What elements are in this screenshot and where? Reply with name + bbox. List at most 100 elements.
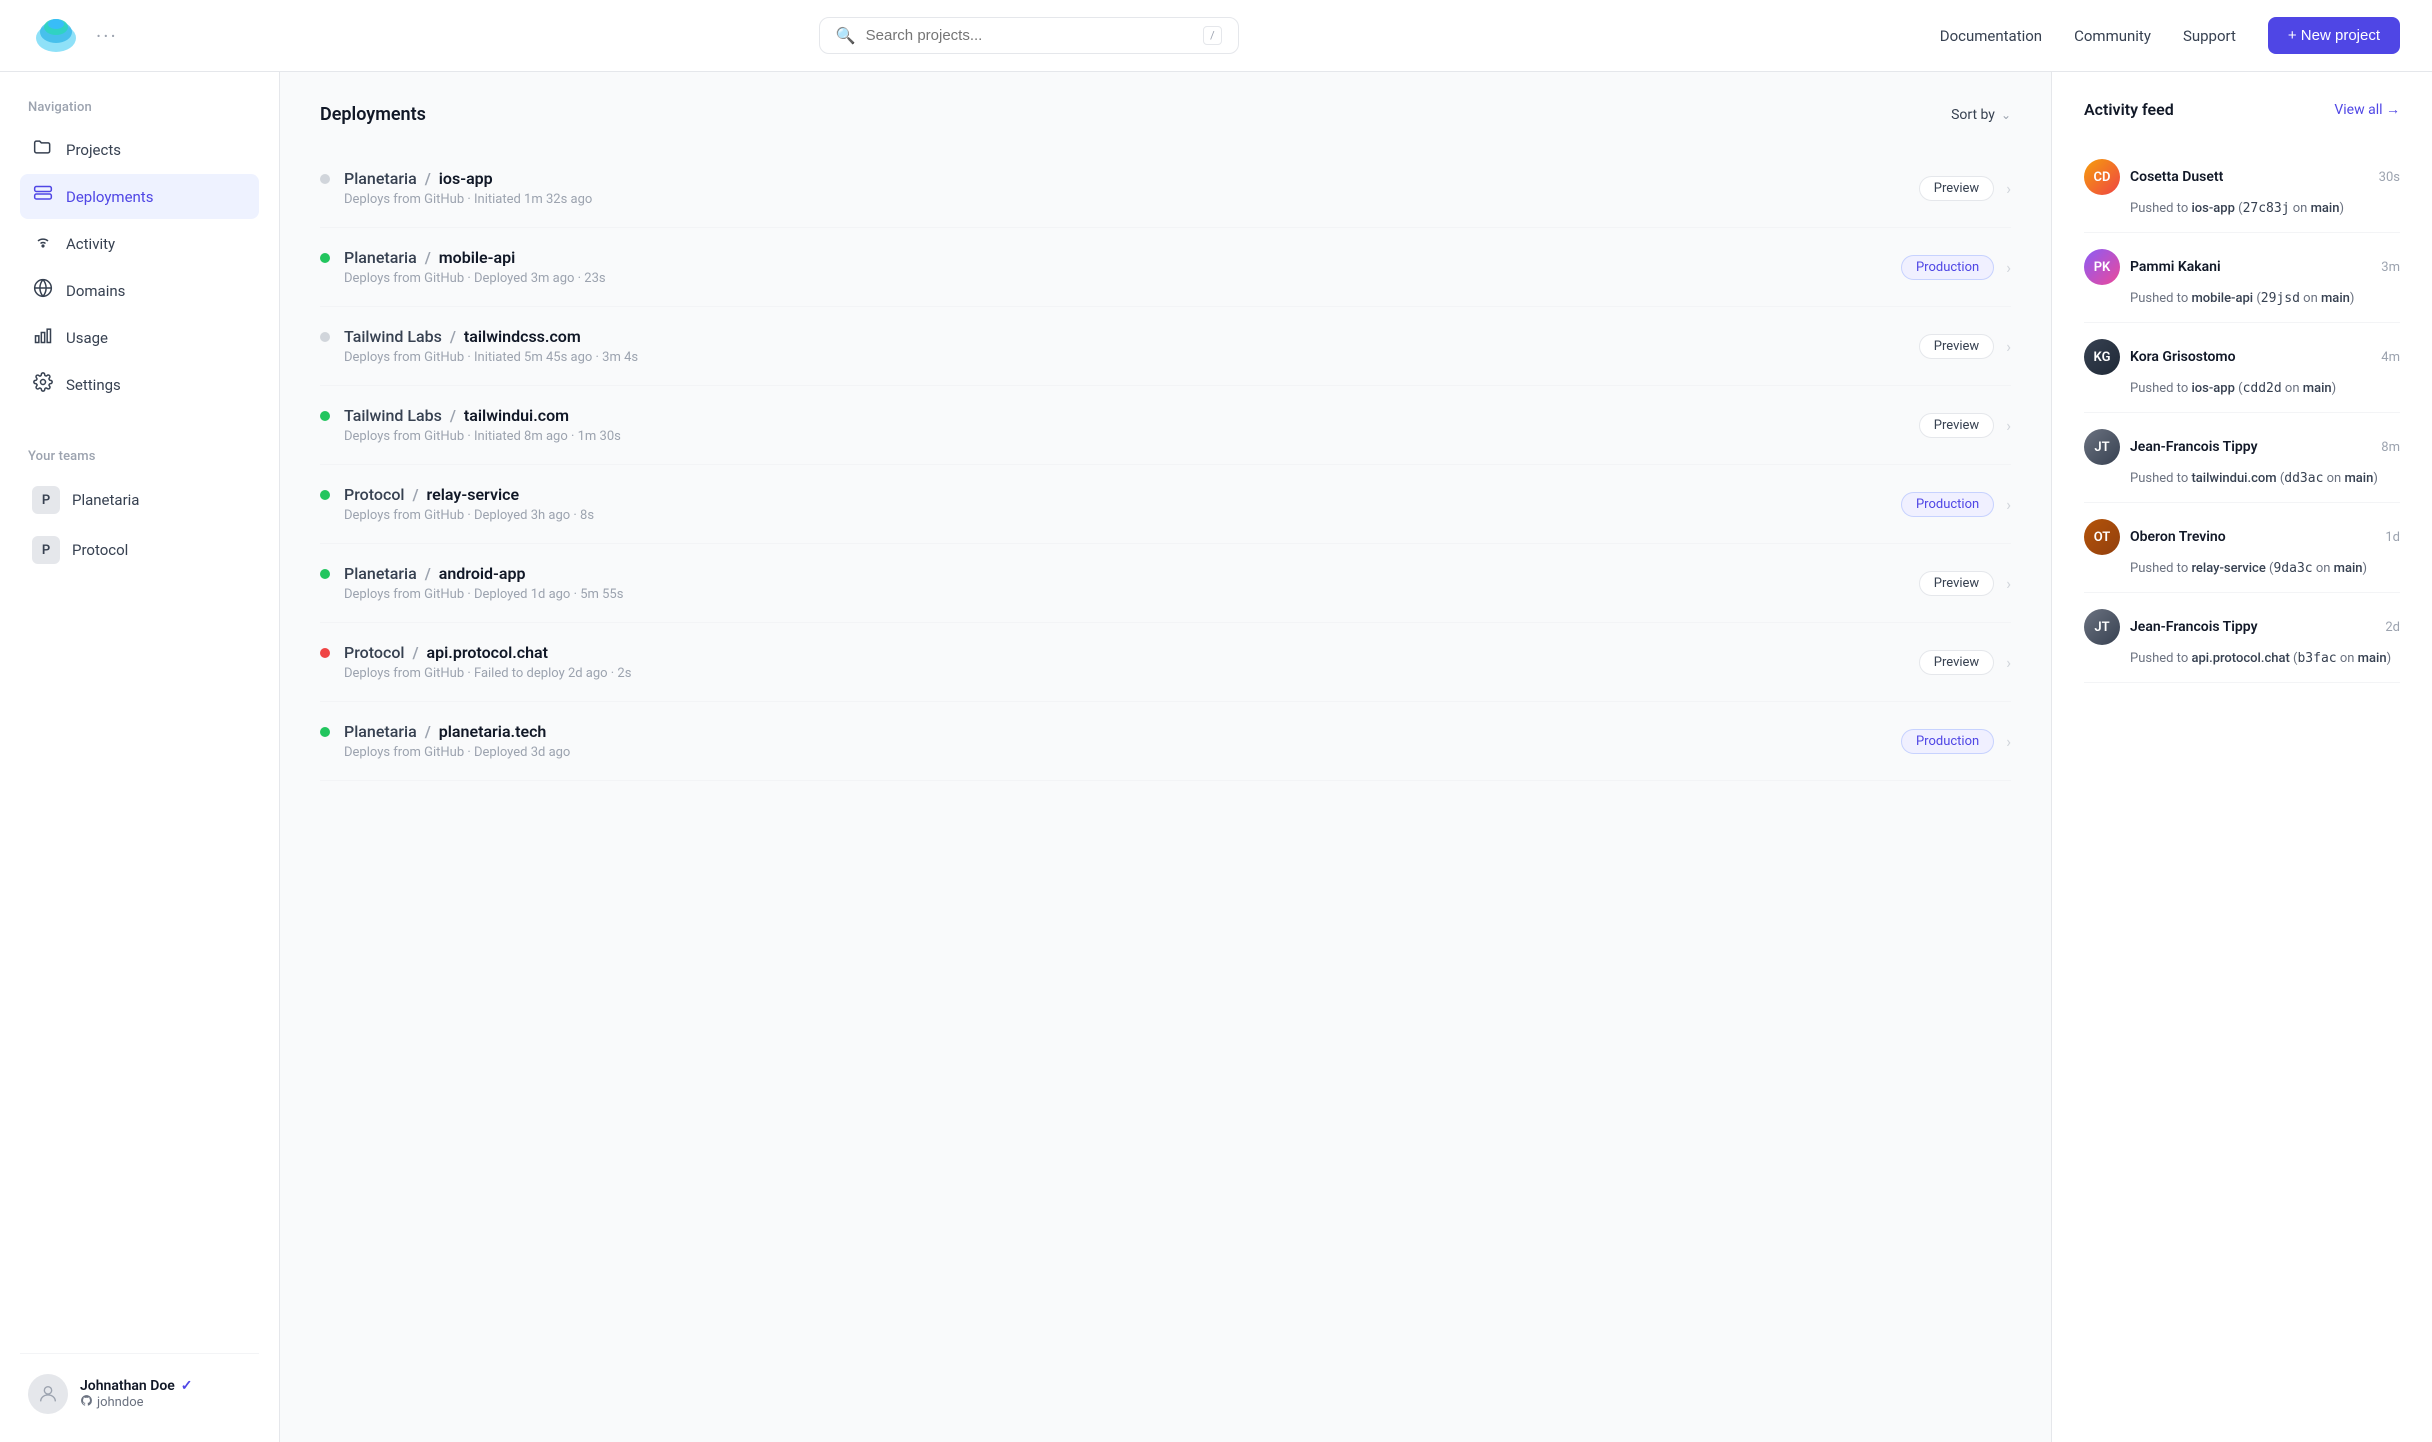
deployment-badge: Production	[1901, 492, 1994, 517]
activity-user-name: Kora Grisostomo	[2130, 349, 2371, 365]
activity-top: JT Jean-Francois Tippy 8m	[2084, 429, 2400, 465]
chevron-right-icon[interactable]: ›	[2006, 495, 2011, 514]
activity-desc: Pushed to api.protocol.chat (b3fac on ma…	[2084, 651, 2400, 666]
topbar-right: Documentation Community Support + New pr…	[1940, 17, 2400, 54]
activity-item: PK Pammi Kakani 3m Pushed to mobile-api …	[2084, 233, 2400, 323]
deployment-badge: Preview	[1919, 650, 1994, 675]
deployment-left: Planetaria / planetaria.tech Deploys fro…	[320, 722, 1901, 760]
deployment-item: Planetaria / planetaria.tech Deploys fro…	[320, 702, 2011, 781]
chevron-right-icon[interactable]: ›	[2006, 258, 2011, 277]
deployment-badge: Preview	[1919, 334, 1994, 359]
activity-top: KG Kora Grisostomo 4m	[2084, 339, 2400, 375]
chevron-right-icon[interactable]: ›	[2006, 416, 2011, 435]
nav-label: Navigation	[20, 100, 259, 115]
logo[interactable]	[32, 10, 80, 62]
deployment-name: Planetaria / mobile-api	[344, 248, 606, 267]
deployment-meta: Deploys from GitHub · Initiated 1m 32s a…	[344, 192, 592, 207]
deployment-badge: Production	[1901, 255, 1994, 280]
sidebar-footer: Johnathan Doe ✓ johndoe	[20, 1353, 259, 1414]
activity-item: KG Kora Grisostomo 4m Pushed to ios-app …	[2084, 323, 2400, 413]
sidebar-item-domains[interactable]: Domains	[20, 268, 259, 313]
deployment-name: Tailwind Labs / tailwindui.com	[344, 406, 621, 425]
activity-list: CD Cosetta Dusett 30s Pushed to ios-app …	[2084, 143, 2400, 683]
chevron-right-icon[interactable]: ›	[2006, 179, 2011, 198]
sidebar-item-usage[interactable]: Usage	[20, 315, 259, 360]
activity-desc: Pushed to ios-app (27c83j on main)	[2084, 201, 2400, 216]
activity-item: JT Jean-Francois Tippy 8m Pushed to tail…	[2084, 413, 2400, 503]
chevron-right-icon[interactable]: ›	[2006, 574, 2011, 593]
deployment-meta: Deploys from GitHub · Failed to deploy 2…	[344, 666, 631, 681]
chevron-right-icon[interactable]: ›	[2006, 337, 2011, 356]
deployment-right: Production ›	[1901, 492, 2011, 517]
search-input[interactable]	[866, 27, 1194, 44]
deployment-meta: Deploys from GitHub · Initiated 8m ago ·…	[344, 429, 621, 444]
activity-item: OT Oberon Trevino 1d Pushed to relay-ser…	[2084, 503, 2400, 593]
deployment-left: Tailwind Labs / tailwindcss.com Deploys …	[320, 327, 1919, 365]
team-planetaria[interactable]: P Planetaria	[20, 476, 259, 524]
deployment-item: Planetaria / android-app Deploys from Gi…	[320, 544, 2011, 623]
activity-panel: Activity feed View all → CD Cosetta Duse…	[2052, 72, 2432, 1442]
deployment-name: Tailwind Labs / tailwindcss.com	[344, 327, 638, 346]
deployment-left: Planetaria / ios-app Deploys from GitHub…	[320, 169, 1919, 207]
status-dot	[320, 490, 330, 500]
deployment-badge: Preview	[1919, 571, 1994, 596]
deployment-info: Planetaria / planetaria.tech Deploys fro…	[344, 722, 570, 760]
activity-desc: Pushed to ios-app (cdd2d on main)	[2084, 381, 2400, 396]
search-bar[interactable]: 🔍 /	[819, 17, 1239, 54]
activity-desc: Pushed to mobile-api (29jsd on main)	[2084, 291, 2400, 306]
activity-top: CD Cosetta Dusett 30s	[2084, 159, 2400, 195]
activity-time: 2d	[2385, 620, 2400, 635]
nav-documentation[interactable]: Documentation	[1940, 27, 2042, 45]
status-dot	[320, 569, 330, 579]
deployments-panel: Deployments Sort by ⌄ Planetaria / ios-a…	[280, 72, 2052, 1442]
deployment-item: Planetaria / mobile-api Deploys from Git…	[320, 228, 2011, 307]
deployment-item: Protocol / api.protocol.chat Deploys fro…	[320, 623, 2011, 702]
sidebar-item-projects[interactable]: Projects	[20, 127, 259, 172]
user-avatar	[28, 1374, 68, 1414]
deployment-left: Planetaria / mobile-api Deploys from Git…	[320, 248, 1901, 286]
new-project-button[interactable]: + New project	[2268, 17, 2400, 54]
activity-top: JT Jean-Francois Tippy 2d	[2084, 609, 2400, 645]
sidebar-item-activity[interactable]: Activity	[20, 221, 259, 266]
teams-label: Your teams	[20, 449, 259, 464]
sort-by-button[interactable]: Sort by ⌄	[1951, 107, 2011, 123]
menu-dots[interactable]: ···	[96, 24, 118, 48]
deployment-right: Production ›	[1901, 729, 2011, 754]
team-protocol[interactable]: P Protocol	[20, 526, 259, 574]
user-info: Johnathan Doe ✓ johndoe	[80, 1378, 259, 1411]
deployment-badge: Preview	[1919, 176, 1994, 201]
chevron-right-icon[interactable]: ›	[2006, 653, 2011, 672]
deployment-right: Preview ›	[1919, 413, 2011, 438]
activity-user-name: Cosetta Dusett	[2130, 169, 2369, 185]
verified-badge: ✓	[181, 1378, 193, 1394]
deployment-left: Protocol / api.protocol.chat Deploys fro…	[320, 643, 1919, 681]
status-dot	[320, 648, 330, 658]
activity-avatar: JT	[2084, 609, 2120, 645]
deployment-item: Planetaria / ios-app Deploys from GitHub…	[320, 149, 2011, 228]
deployment-info: Tailwind Labs / tailwindui.com Deploys f…	[344, 406, 621, 444]
activity-title: Activity feed	[2084, 100, 2174, 119]
activity-time: 4m	[2381, 350, 2400, 365]
nav-support[interactable]: Support	[2183, 27, 2236, 45]
activity-user-name: Oberon Trevino	[2130, 529, 2375, 545]
activity-item: CD Cosetta Dusett 30s Pushed to ios-app …	[2084, 143, 2400, 233]
status-dot	[320, 253, 330, 263]
deployment-info: Planetaria / mobile-api Deploys from Git…	[344, 248, 606, 286]
sidebar-item-deployments[interactable]: Deployments	[20, 174, 259, 219]
gear-icon	[32, 372, 54, 397]
deployment-meta: Deploys from GitHub · Deployed 3h ago · …	[344, 508, 594, 523]
nav-community[interactable]: Community	[2074, 27, 2151, 45]
status-dot	[320, 174, 330, 184]
deployment-name: Planetaria / planetaria.tech	[344, 722, 570, 741]
activity-time: 1d	[2385, 530, 2400, 545]
deployment-info: Planetaria / android-app Deploys from Gi…	[344, 564, 623, 602]
activity-avatar: KG	[2084, 339, 2120, 375]
chevron-right-icon[interactable]: ›	[2006, 732, 2011, 751]
view-all-link[interactable]: View all →	[2334, 101, 2400, 118]
deployment-meta: Deploys from GitHub · Deployed 1d ago · …	[344, 587, 623, 602]
activity-avatar: CD	[2084, 159, 2120, 195]
sidebar-item-settings[interactable]: Settings	[20, 362, 259, 407]
activity-avatar: JT	[2084, 429, 2120, 465]
topbar-left: ···	[32, 10, 118, 62]
deployment-left: Protocol / relay-service Deploys from Gi…	[320, 485, 1901, 523]
